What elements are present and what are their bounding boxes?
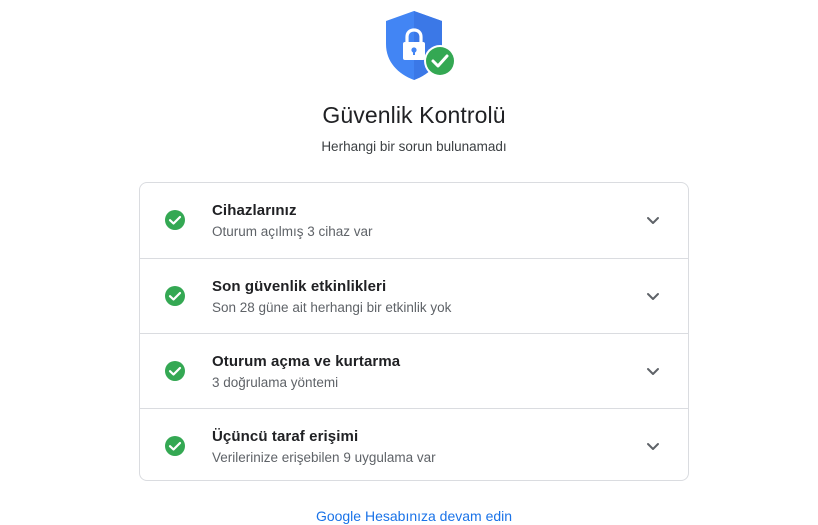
shield-lock-check-icon [380, 8, 464, 84]
continue-to-account-link[interactable]: Google Hesabınıza devam edin [0, 508, 818, 524]
check-circle-icon [164, 209, 186, 231]
checkup-card: Cihazlarınız Oturum açılmış 3 cihaz var … [139, 182, 689, 481]
checkup-item-subtitle: 3 doğrulama yöntemi [212, 375, 339, 390]
checkup-item-devices[interactable]: Cihazlarınız Oturum açılmış 3 cihaz var [140, 183, 688, 258]
checkup-item-third-party-access[interactable]: Üçüncü taraf erişimi Verilerinize erişeb… [140, 408, 688, 480]
checkup-item-title: Üçüncü taraf erişimi [212, 428, 359, 445]
check-circle-icon [164, 285, 186, 307]
checkup-item-recent-security-events[interactable]: Son güvenlik etkinlikleri Son 28 güne ai… [140, 258, 688, 333]
page-subtitle: Herhangi bir sorun bulunamadı [321, 139, 507, 154]
chevron-down-icon[interactable] [644, 362, 662, 380]
checkup-item-subtitle: Verilerinize erişebilen 9 uygulama var [212, 450, 436, 465]
check-circle-icon [164, 435, 186, 457]
checkup-item-title: Son güvenlik etkinlikleri [212, 278, 387, 295]
checkup-item-title: Cihazlarınız [212, 202, 297, 219]
checkup-item-subtitle: Son 28 güne ait herhangi bir etkinlik yo… [212, 300, 452, 315]
check-circle-icon [164, 360, 186, 382]
checkup-item-subtitle: Oturum açılmış 3 cihaz var [212, 224, 373, 239]
chevron-down-icon[interactable] [644, 287, 662, 305]
checkup-item-title: Oturum açma ve kurtarma [212, 353, 401, 370]
page-title: Güvenlik Kontrolü [322, 102, 506, 128]
chevron-down-icon[interactable] [644, 211, 662, 229]
checkup-item-sign-in-recovery[interactable]: Oturum açma ve kurtarma 3 doğrulama yönt… [140, 333, 688, 408]
security-checkup-page: Güvenlik Kontrolü Herhangi bir sorun bul… [0, 0, 818, 525]
chevron-down-icon[interactable] [644, 437, 662, 455]
